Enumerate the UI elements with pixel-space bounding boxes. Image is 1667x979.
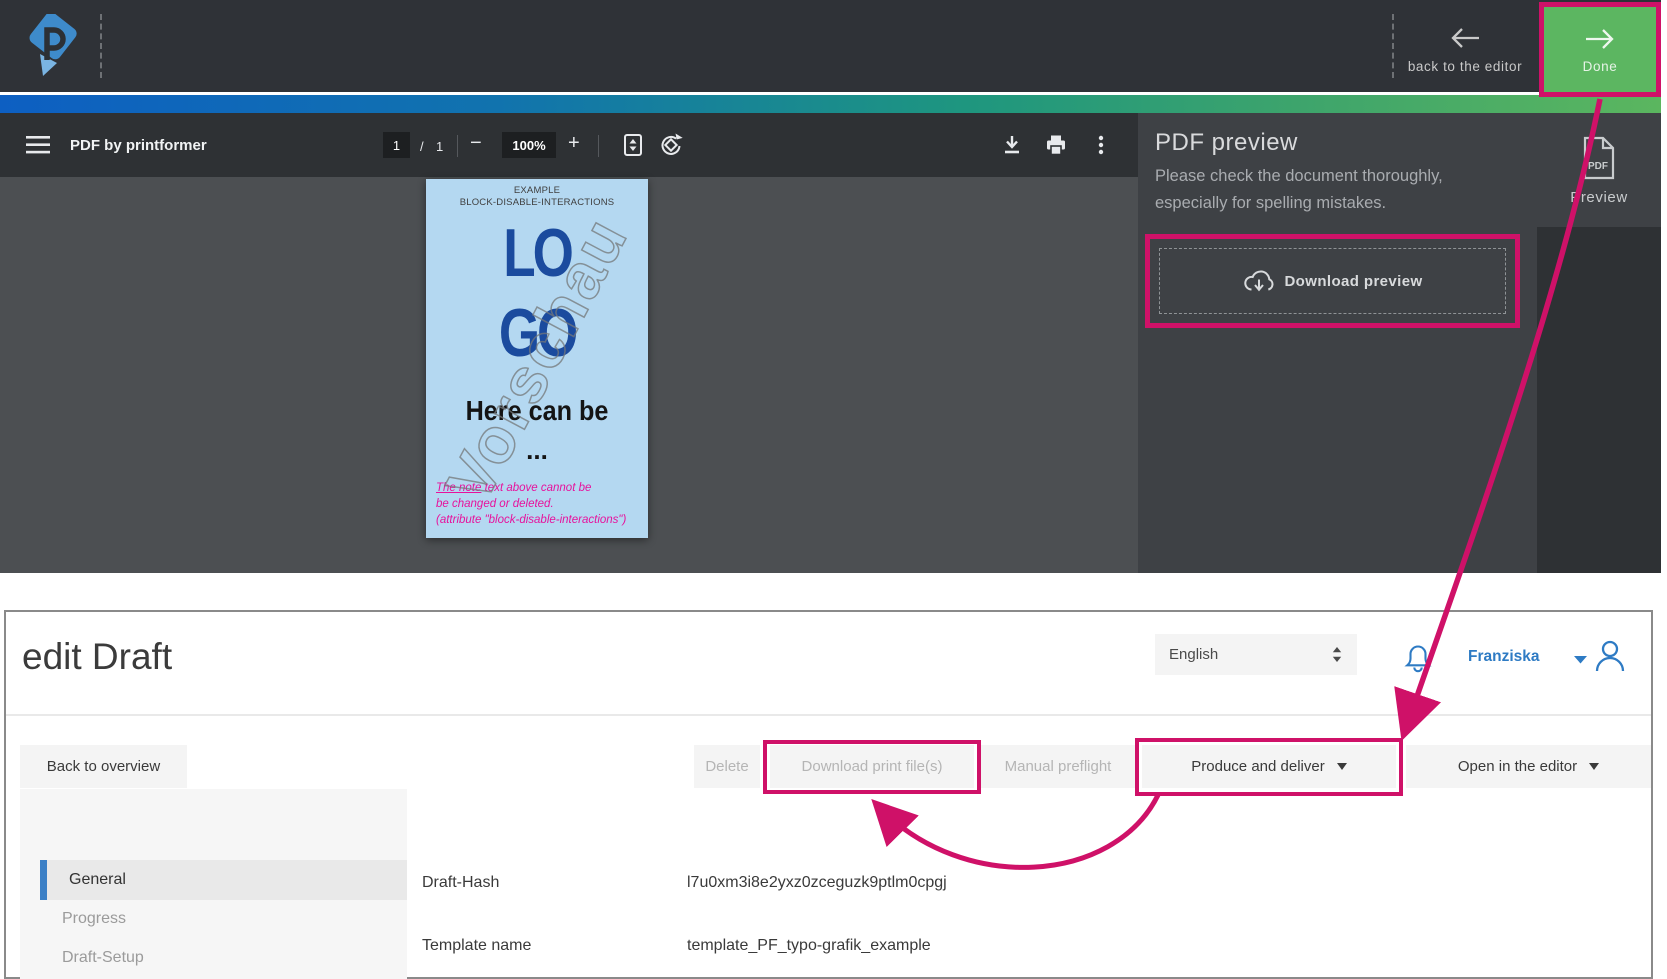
panel-title: PDF preview: [1155, 129, 1298, 157]
editor-top-bar: back to the editor: [0, 0, 1661, 92]
pdf-preview-panel: PDF preview Please check the document th…: [1138, 113, 1537, 573]
open-in-editor-button[interactable]: Open in the editor: [1406, 745, 1651, 788]
zoom-out-button[interactable]: −: [470, 132, 482, 155]
page-divider: /: [420, 139, 424, 154]
panel-subtitle-line2: especially for spelling mistakes.: [1155, 194, 1386, 213]
topbar-divider-left: [100, 14, 102, 78]
hamburger-menu-icon[interactable]: [26, 136, 50, 154]
preview-tab[interactable]: PDF Preview: [1537, 113, 1661, 227]
bell-icon[interactable]: [1402, 642, 1434, 676]
panel-subtitle-line1: Please check the document thoroughly,: [1155, 167, 1443, 186]
sidebar-item-label: General: [69, 871, 126, 889]
delete-button[interactable]: Delete: [694, 745, 760, 788]
open-in-editor-label: Open in the editor: [1458, 758, 1577, 775]
pdf-viewer-title: PDF by printformer: [70, 137, 207, 154]
caret-down-icon: [1337, 763, 1347, 770]
note-line2: be changed or deleted.: [436, 496, 626, 512]
produce-and-deliver-label: Produce and deliver: [1191, 758, 1324, 775]
download-print-files-button[interactable]: Download print file(s): [770, 745, 974, 788]
select-arrows-icon: [1331, 646, 1343, 663]
printformer-logo-icon: [26, 14, 78, 80]
forward-arrow-icon: [1582, 26, 1618, 52]
svg-text:PDF: PDF: [1588, 161, 1608, 172]
field-label-template-name: Template name: [422, 937, 531, 955]
back-to-editor-label: back to the editor: [1408, 59, 1522, 74]
cloud-download-icon: [1242, 266, 1276, 296]
print-icon[interactable]: [1044, 133, 1068, 157]
field-label-draft-hash: Draft-Hash: [422, 874, 499, 892]
pdf-file-icon: PDF: [1579, 135, 1619, 181]
page-number-input[interactable]: 1: [383, 132, 410, 158]
sidebar-item-draft-setup[interactable]: Draft-Setup: [62, 949, 144, 967]
pdf-viewer-toolbar: PDF by printformer 1 / 1 − 100% +: [0, 113, 1138, 177]
pdf-viewer-area: EXAMPLE BLOCK-DISABLE-INTERACTIONS LO GO…: [0, 177, 1138, 573]
sidebar-item-progress[interactable]: Progress: [62, 910, 126, 928]
toolbar-separator: [598, 135, 599, 157]
manual-preflight-button[interactable]: Manual preflight: [978, 745, 1138, 788]
done-button[interactable]: Done: [1539, 2, 1661, 97]
back-to-editor-button[interactable]: back to the editor: [1398, 14, 1532, 84]
active-item-indicator: [40, 860, 47, 900]
pdf-page: EXAMPLE BLOCK-DISABLE-INTERACTIONS LO GO…: [426, 179, 648, 538]
brand-gradient-bar: [0, 95, 1661, 113]
download-icon[interactable]: [1000, 133, 1024, 157]
caret-down-icon[interactable]: [1573, 655, 1588, 665]
page-heading-line2: BLOCK-DISABLE-INTERACTIONS: [426, 197, 648, 208]
page-total: 1: [436, 139, 443, 154]
screenshot-canvas: back to the editor Done PDF by printform…: [0, 0, 1667, 979]
page-title: edit Draft: [22, 636, 172, 678]
preview-tab-label: Preview: [1570, 189, 1628, 206]
page-heading-line1: EXAMPLE: [426, 185, 648, 196]
fit-to-page-icon[interactable]: [622, 133, 644, 157]
produce-and-deliver-button[interactable]: Produce and deliver: [1142, 745, 1396, 788]
zoom-in-button[interactable]: +: [568, 132, 580, 155]
note-line3: (attribute "block-disable-interactions"): [436, 512, 626, 528]
topbar-divider-right: [1392, 14, 1394, 78]
download-preview-button[interactable]: Download preview: [1159, 248, 1506, 314]
back-to-overview-button[interactable]: Back to overview: [20, 745, 187, 788]
user-menu[interactable]: Franziska: [1468, 648, 1540, 666]
sidebar: General Progress Draft-Setup: [20, 789, 407, 979]
back-arrow-icon: [1447, 25, 1483, 51]
done-label: Done: [1583, 59, 1618, 74]
zoom-level-input[interactable]: 100%: [502, 132, 556, 158]
annotation-box-download-preview: Download preview: [1145, 234, 1520, 328]
right-rail-background: [1537, 227, 1661, 573]
toolbar-separator: [457, 135, 458, 157]
language-select-value: English: [1169, 646, 1218, 663]
admin-window: edit Draft English Franziska Back to ove…: [4, 610, 1653, 979]
user-avatar-icon[interactable]: [1592, 638, 1628, 674]
field-value-template-name: template_PF_typo-grafik_example: [687, 937, 931, 955]
more-vertical-icon[interactable]: [1098, 135, 1104, 155]
caret-down-icon: [1589, 763, 1599, 770]
sidebar-item-general[interactable]: General: [40, 860, 407, 900]
download-preview-label: Download preview: [1284, 273, 1422, 290]
field-value-draft-hash: l7u0xm3i8e2yxz0zceguzk9ptlm0cpgj: [687, 874, 947, 892]
header-divider: [6, 714, 1651, 716]
language-select[interactable]: English: [1155, 634, 1357, 675]
rotate-page-icon[interactable]: [658, 132, 684, 158]
